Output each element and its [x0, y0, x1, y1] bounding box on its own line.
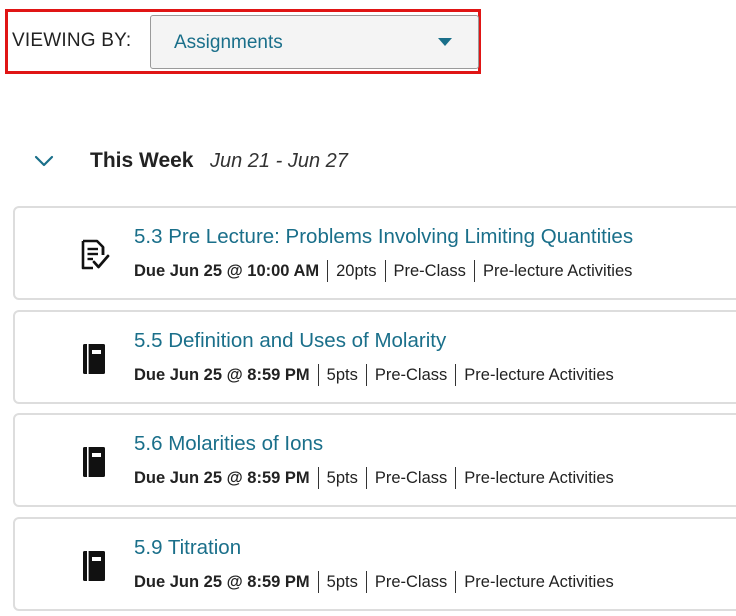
meta-divider	[365, 364, 367, 386]
viewing-by-select[interactable]: Assignments	[150, 15, 479, 69]
meta-divider	[384, 260, 386, 282]
book-icon	[79, 342, 111, 376]
assignment-card[interactable]: 5.3 Pre Lecture: Problems Involving Limi…	[13, 206, 736, 300]
assignment-title-link[interactable]: 5.9 Titration	[134, 536, 241, 560]
assignment-category: Pre-Class	[393, 261, 466, 280]
week-date-range: Jun 21 - Jun 27	[210, 150, 348, 172]
assignment-category: Pre-Class	[374, 468, 448, 487]
meta-divider	[455, 467, 457, 489]
meta-divider	[317, 571, 319, 593]
assignment-due: Due Jun 25 @ 8:59 PM	[134, 572, 310, 591]
assignment-type: Pre-lecture Activities	[464, 365, 614, 384]
assignment-type: Pre-lecture Activities	[482, 261, 633, 280]
assignment-meta: Due Jun 25 @ 8:59 PM 5pts Pre-Class Pre-…	[134, 467, 614, 489]
book-icon	[79, 549, 111, 583]
meta-divider	[327, 260, 329, 282]
assignment-points: 5pts	[326, 572, 358, 591]
assignment-points: 20pts	[336, 261, 377, 280]
assignment-due: Due Jun 25 @ 8:59 PM	[134, 468, 310, 487]
assignment-points: 5pts	[326, 365, 358, 384]
viewing-by-selected-value: Assignments	[174, 32, 283, 53]
meta-divider	[455, 571, 457, 593]
meta-divider	[365, 467, 367, 489]
assignment-meta: Due Jun 25 @ 8:59 PM 5pts Pre-Class Pre-…	[134, 571, 614, 593]
meta-divider	[317, 364, 319, 386]
meta-divider	[365, 571, 367, 593]
assignment-meta: Due Jun 25 @ 8:59 PM 5pts Pre-Class Pre-…	[134, 364, 614, 386]
caret-down-icon	[438, 38, 452, 46]
assignment-card[interactable]: 5.6 Molarities of Ions Due Jun 25 @ 8:59…	[13, 413, 736, 507]
assignment-card[interactable]: 5.9 Titration Due Jun 25 @ 8:59 PM 5pts …	[13, 517, 736, 611]
assignment-category: Pre-Class	[374, 572, 448, 591]
meta-divider	[473, 260, 475, 282]
assignment-category: Pre-Class	[374, 365, 448, 384]
meta-divider	[317, 467, 319, 489]
assignment-meta: Due Jun 25 @ 10:00 AM 20pts Pre-Class Pr…	[134, 260, 632, 282]
assignment-type: Pre-lecture Activities	[464, 468, 614, 487]
quiz-checklist-icon	[79, 238, 111, 272]
assignment-type: Pre-lecture Activities	[464, 572, 614, 591]
assignment-title-link[interactable]: 5.5 Definition and Uses of Molarity	[134, 329, 446, 353]
assignment-card[interactable]: 5.5 Definition and Uses of Molarity Due …	[13, 310, 736, 404]
viewing-by-label: VIEWING BY:	[12, 30, 132, 51]
assignment-due: Due Jun 25 @ 10:00 AM	[134, 261, 320, 280]
chevron-down-icon[interactable]	[33, 150, 55, 172]
assignment-due: Due Jun 25 @ 8:59 PM	[134, 365, 310, 384]
assignment-title-link[interactable]: 5.6 Molarities of Ions	[134, 432, 323, 456]
assignment-title-link[interactable]: 5.3 Pre Lecture: Problems Involving Limi…	[134, 225, 633, 249]
meta-divider	[455, 364, 457, 386]
week-title: This Week	[90, 149, 194, 172]
book-icon	[79, 445, 111, 479]
assignment-points: 5pts	[326, 468, 358, 487]
